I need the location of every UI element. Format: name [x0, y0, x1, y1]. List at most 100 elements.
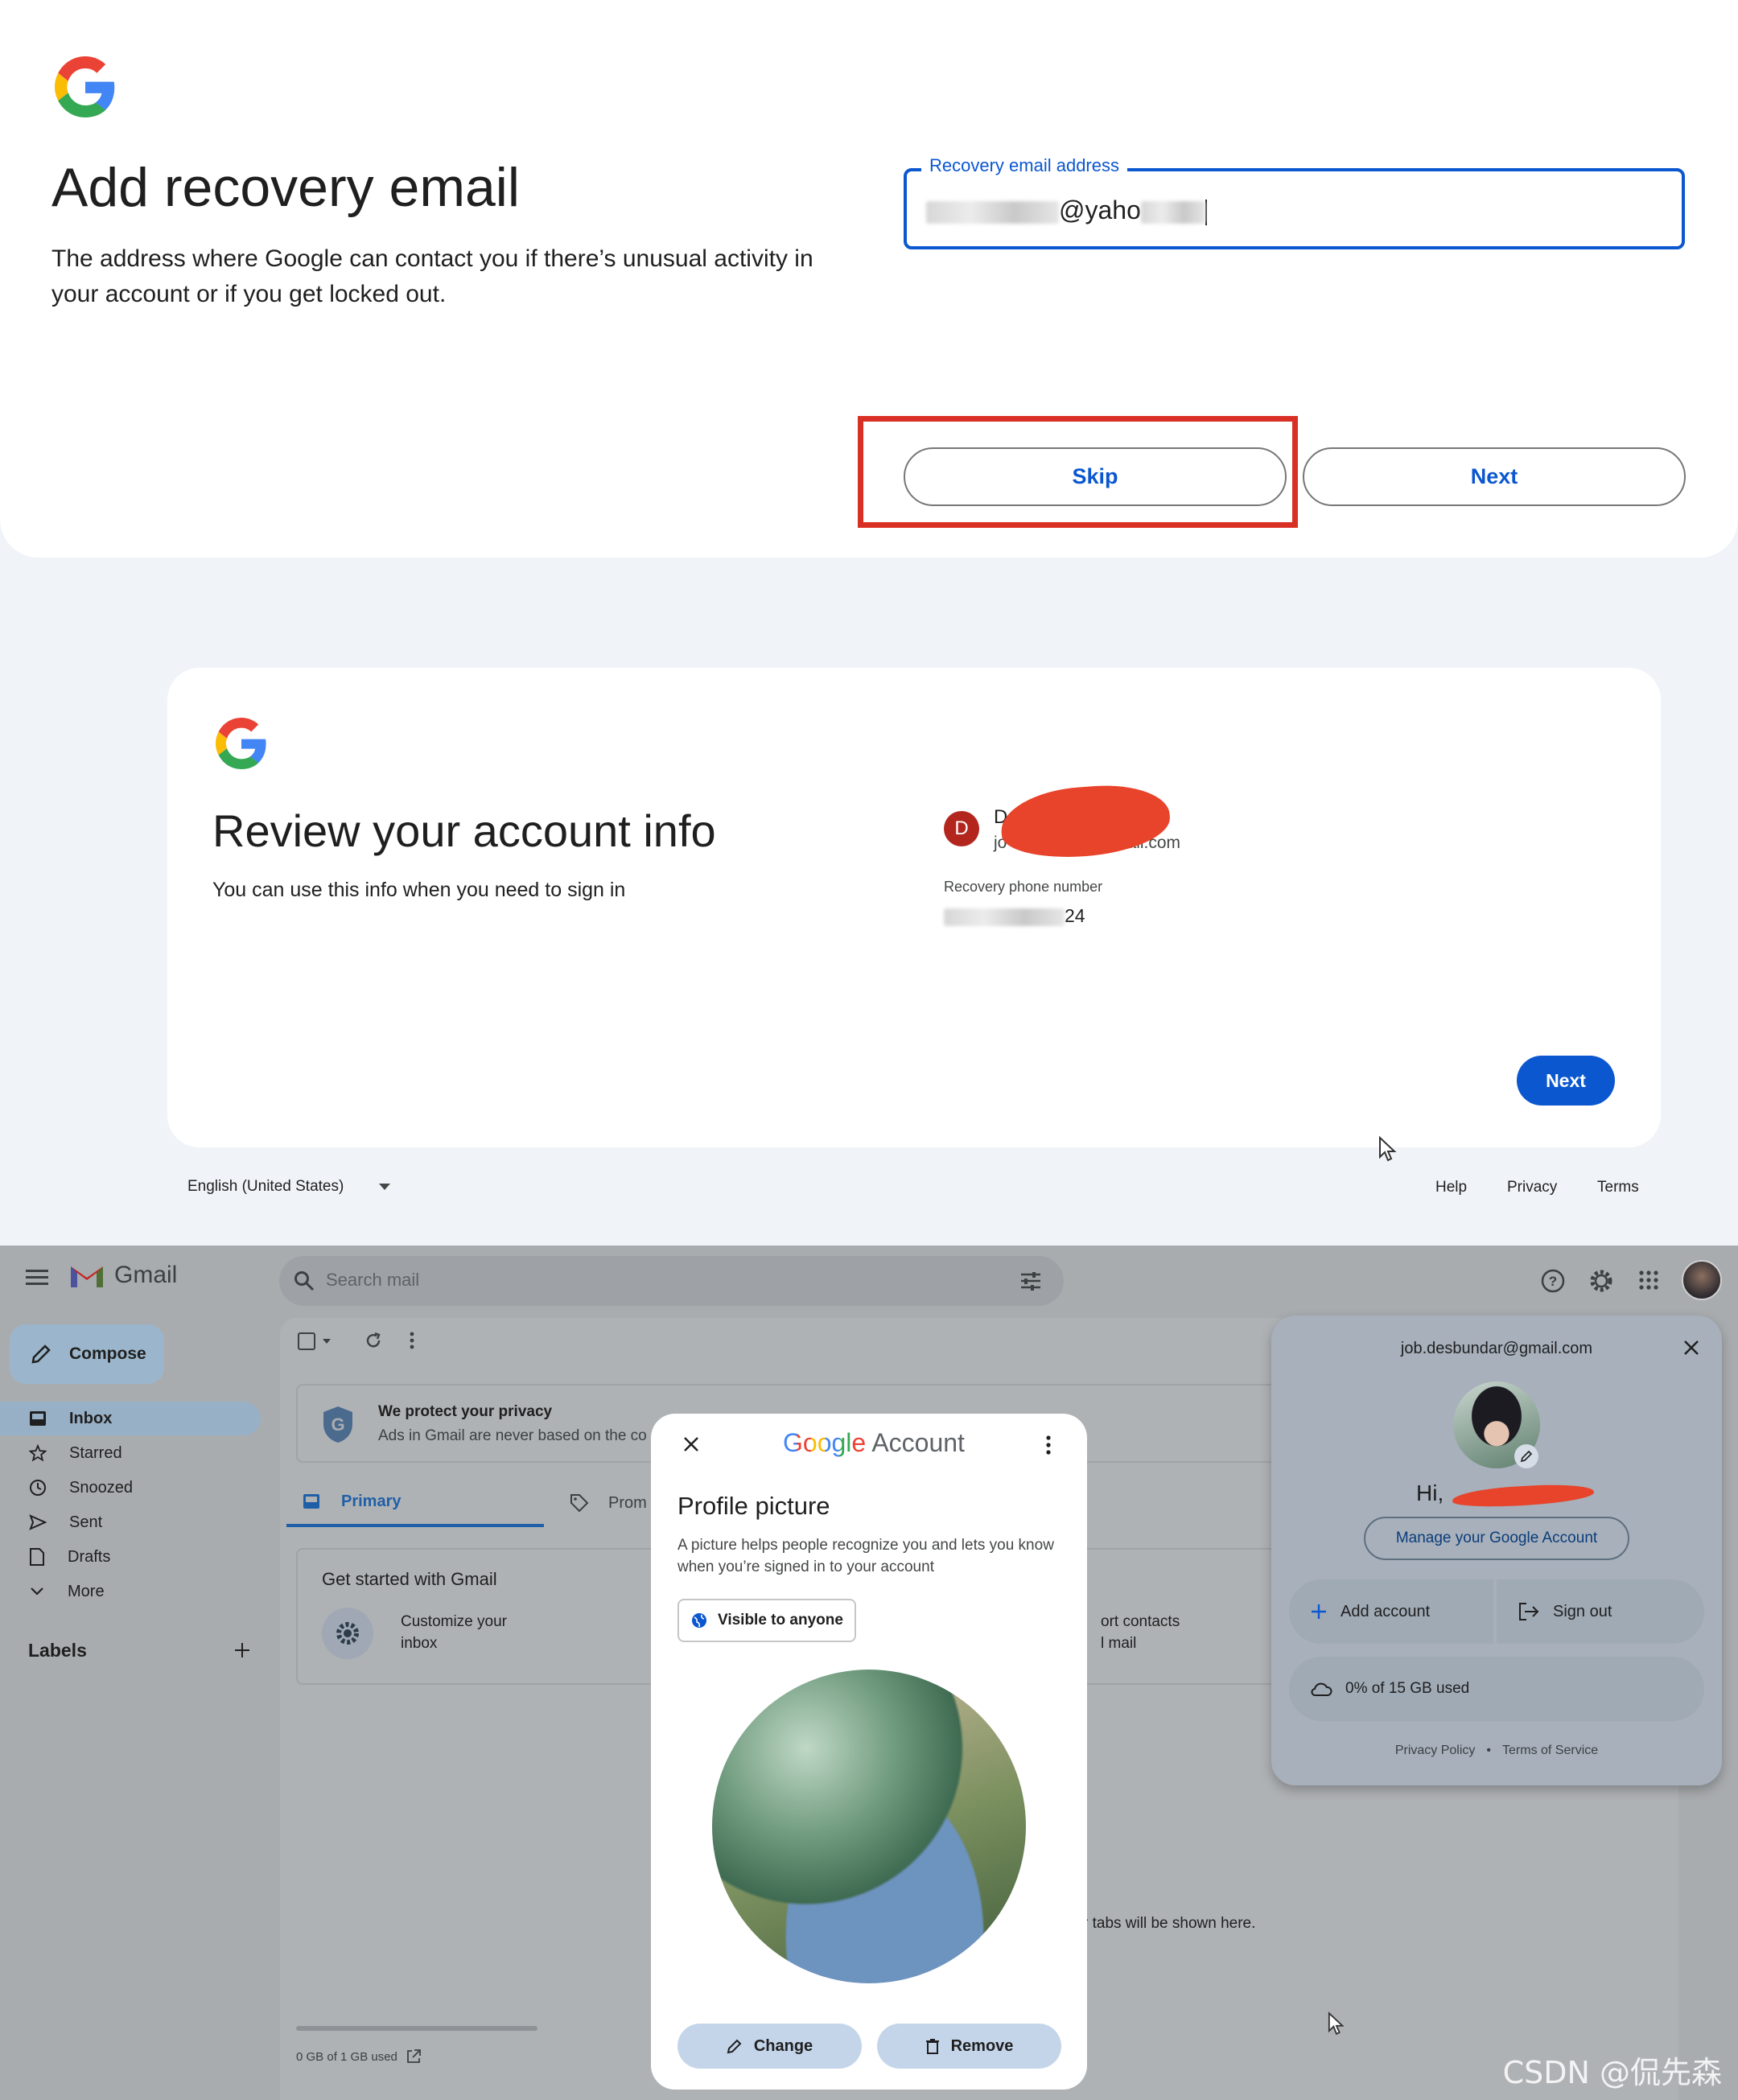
- dropdown-arrow-icon: [379, 1184, 391, 1190]
- cloud-icon: [1311, 1682, 1332, 1696]
- tab-label: Prom: [608, 1493, 647, 1512]
- greeting: Hi,: [1416, 1480, 1444, 1505]
- tab-promotions[interactable]: Prom: [570, 1479, 658, 1527]
- remove-button[interactable]: Remove: [877, 2024, 1061, 2069]
- compose-label: Compose: [69, 1344, 146, 1363]
- account-avatar-button[interactable]: [1682, 1260, 1722, 1300]
- plus-icon: [1312, 1604, 1326, 1619]
- privacy-policy-link[interactable]: Privacy Policy: [1395, 1744, 1476, 1758]
- google-account-brand: Google Account: [783, 1428, 965, 1457]
- skip-button[interactable]: Skip: [904, 447, 1287, 506]
- terms-link[interactable]: Terms: [1597, 1179, 1639, 1196]
- app-name: Gmail: [114, 1262, 178, 1288]
- add-label-icon[interactable]: [233, 1641, 251, 1659]
- privacy-title: We protect your privacy: [378, 1403, 553, 1420]
- search-bar[interactable]: Search mail: [279, 1256, 1064, 1306]
- sidebar-item-snoozed[interactable]: Snoozed: [0, 1471, 261, 1505]
- sidebar-item-sent[interactable]: Sent: [0, 1505, 261, 1539]
- account-popup: job.desbundar@gmail.com Hi, Manage your …: [1271, 1316, 1722, 1785]
- storage-usage-button[interactable]: 0% of 15 GB used: [1289, 1657, 1704, 1721]
- page-title: Add recovery email: [51, 157, 521, 218]
- pencil-icon: [31, 1344, 51, 1364]
- refresh-icon[interactable]: [364, 1331, 383, 1350]
- account-avatar: D: [944, 811, 979, 846]
- search-icon[interactable]: [294, 1270, 315, 1291]
- profile-picture-dialog: Google Account Profile picture A picture…: [651, 1414, 1087, 2090]
- star-icon: [29, 1444, 47, 1462]
- customize-inbox-text[interactable]: Customize your inbox: [401, 1611, 507, 1654]
- settings-gear-icon[interactable]: [1588, 1268, 1614, 1294]
- account-email: job.desbundar@gmail.com: [1400, 1340, 1593, 1357]
- dialog-title: Profile picture: [677, 1492, 830, 1520]
- page-title: Review your account info: [212, 805, 716, 856]
- privacy-link[interactable]: Privacy: [1507, 1179, 1557, 1196]
- customize-inbox-icon[interactable]: [322, 1608, 373, 1659]
- next-button[interactable]: Next: [1517, 1056, 1615, 1106]
- nav-label: Starred: [69, 1443, 122, 1462]
- filter-options-icon[interactable]: [1019, 1271, 1042, 1291]
- more-options-icon[interactable]: [409, 1331, 415, 1350]
- nav-label: More: [68, 1582, 105, 1600]
- chevron-down-icon: [31, 1587, 43, 1596]
- labels-heading: Labels: [28, 1640, 87, 1661]
- field-value[interactable]: @yaho: [926, 196, 1207, 225]
- sidebar-item-drafts[interactable]: Drafts: [0, 1540, 261, 1574]
- select-dropdown-icon[interactable]: [323, 1339, 331, 1344]
- recovery-email-field[interactable]: Recovery email address @yaho: [904, 155, 1685, 249]
- help-icon[interactable]: ?: [1540, 1268, 1566, 1294]
- close-icon[interactable]: [1682, 1338, 1701, 1357]
- field-label: Recovery email address: [921, 155, 1127, 176]
- add-account-button[interactable]: Add account: [1289, 1579, 1493, 1644]
- manage-account-button[interactable]: Manage your Google Account: [1364, 1517, 1629, 1560]
- nav-label: Snoozed: [69, 1478, 133, 1497]
- dialog-description: A picture helps people recognize you and…: [677, 1537, 1054, 1575]
- trash-icon: [925, 2039, 939, 2054]
- inbox-icon: [303, 1494, 319, 1509]
- clock-icon: [30, 1480, 46, 1496]
- profile-photo: [712, 1670, 1026, 1983]
- svg-text:G: G: [331, 1414, 344, 1435]
- watermark: CSDN @侃先森: [1502, 2055, 1722, 2090]
- pencil-icon: [727, 2039, 742, 2054]
- next-button[interactable]: Next: [1303, 447, 1686, 506]
- gmail-logo[interactable]: Gmail: [69, 1262, 177, 1289]
- storage-bar: [296, 2026, 537, 2031]
- more-options-icon[interactable]: [1045, 1435, 1052, 1456]
- visibility-chip[interactable]: Visible to anyone: [677, 1599, 856, 1642]
- nav-label: Inbox: [69, 1409, 113, 1427]
- help-link[interactable]: Help: [1435, 1179, 1467, 1196]
- page-description: The address where Google can contact you…: [51, 245, 813, 307]
- nav-label: Sent: [69, 1513, 103, 1531]
- review-account-card: Review your account info You can use thi…: [167, 668, 1661, 1147]
- select-all-checkbox[interactable]: [298, 1332, 315, 1350]
- language-selector[interactable]: English (United States): [187, 1178, 391, 1196]
- main-menu-icon[interactable]: [26, 1268, 50, 1291]
- apps-grid-icon[interactable]: [1638, 1270, 1659, 1291]
- sidebar-item-inbox[interactable]: Inbox: [0, 1402, 261, 1435]
- shield-icon: G: [323, 1406, 352, 1443]
- tab-primary[interactable]: Primary: [286, 1479, 544, 1527]
- google-logo-icon: [55, 56, 116, 117]
- compose-button[interactable]: Compose: [10, 1324, 164, 1384]
- edit-photo-icon[interactable]: [1514, 1444, 1538, 1468]
- draft-icon: [30, 1548, 44, 1566]
- storage-text: 0 GB of 1 GB used: [296, 2049, 422, 2065]
- tag-icon: [570, 1494, 589, 1513]
- redaction-mark: [1452, 1482, 1595, 1509]
- sign-out-button[interactable]: Sign out: [1497, 1579, 1704, 1644]
- close-icon[interactable]: [682, 1435, 701, 1454]
- open-external-icon[interactable]: [406, 2049, 422, 2065]
- mouse-cursor-icon: [1328, 2011, 1345, 2040]
- sidebar-item-starred[interactable]: Starred: [0, 1436, 261, 1470]
- globe-icon: [692, 1613, 706, 1628]
- sidebar-item-more[interactable]: More: [0, 1575, 261, 1608]
- terms-of-service-link[interactable]: Terms of Service: [1502, 1744, 1598, 1758]
- import-contacts-text[interactable]: ort contacts l mail: [1101, 1611, 1180, 1654]
- change-button[interactable]: Change: [677, 2024, 862, 2069]
- inbox-icon: [30, 1411, 46, 1426]
- sign-out-icon: [1519, 1603, 1539, 1620]
- language-label: English (United States): [187, 1178, 344, 1195]
- page-description: You can use this info when you need to s…: [212, 879, 626, 901]
- search-input[interactable]: Search mail: [326, 1270, 419, 1291]
- gmail-m-icon: [71, 1266, 103, 1287]
